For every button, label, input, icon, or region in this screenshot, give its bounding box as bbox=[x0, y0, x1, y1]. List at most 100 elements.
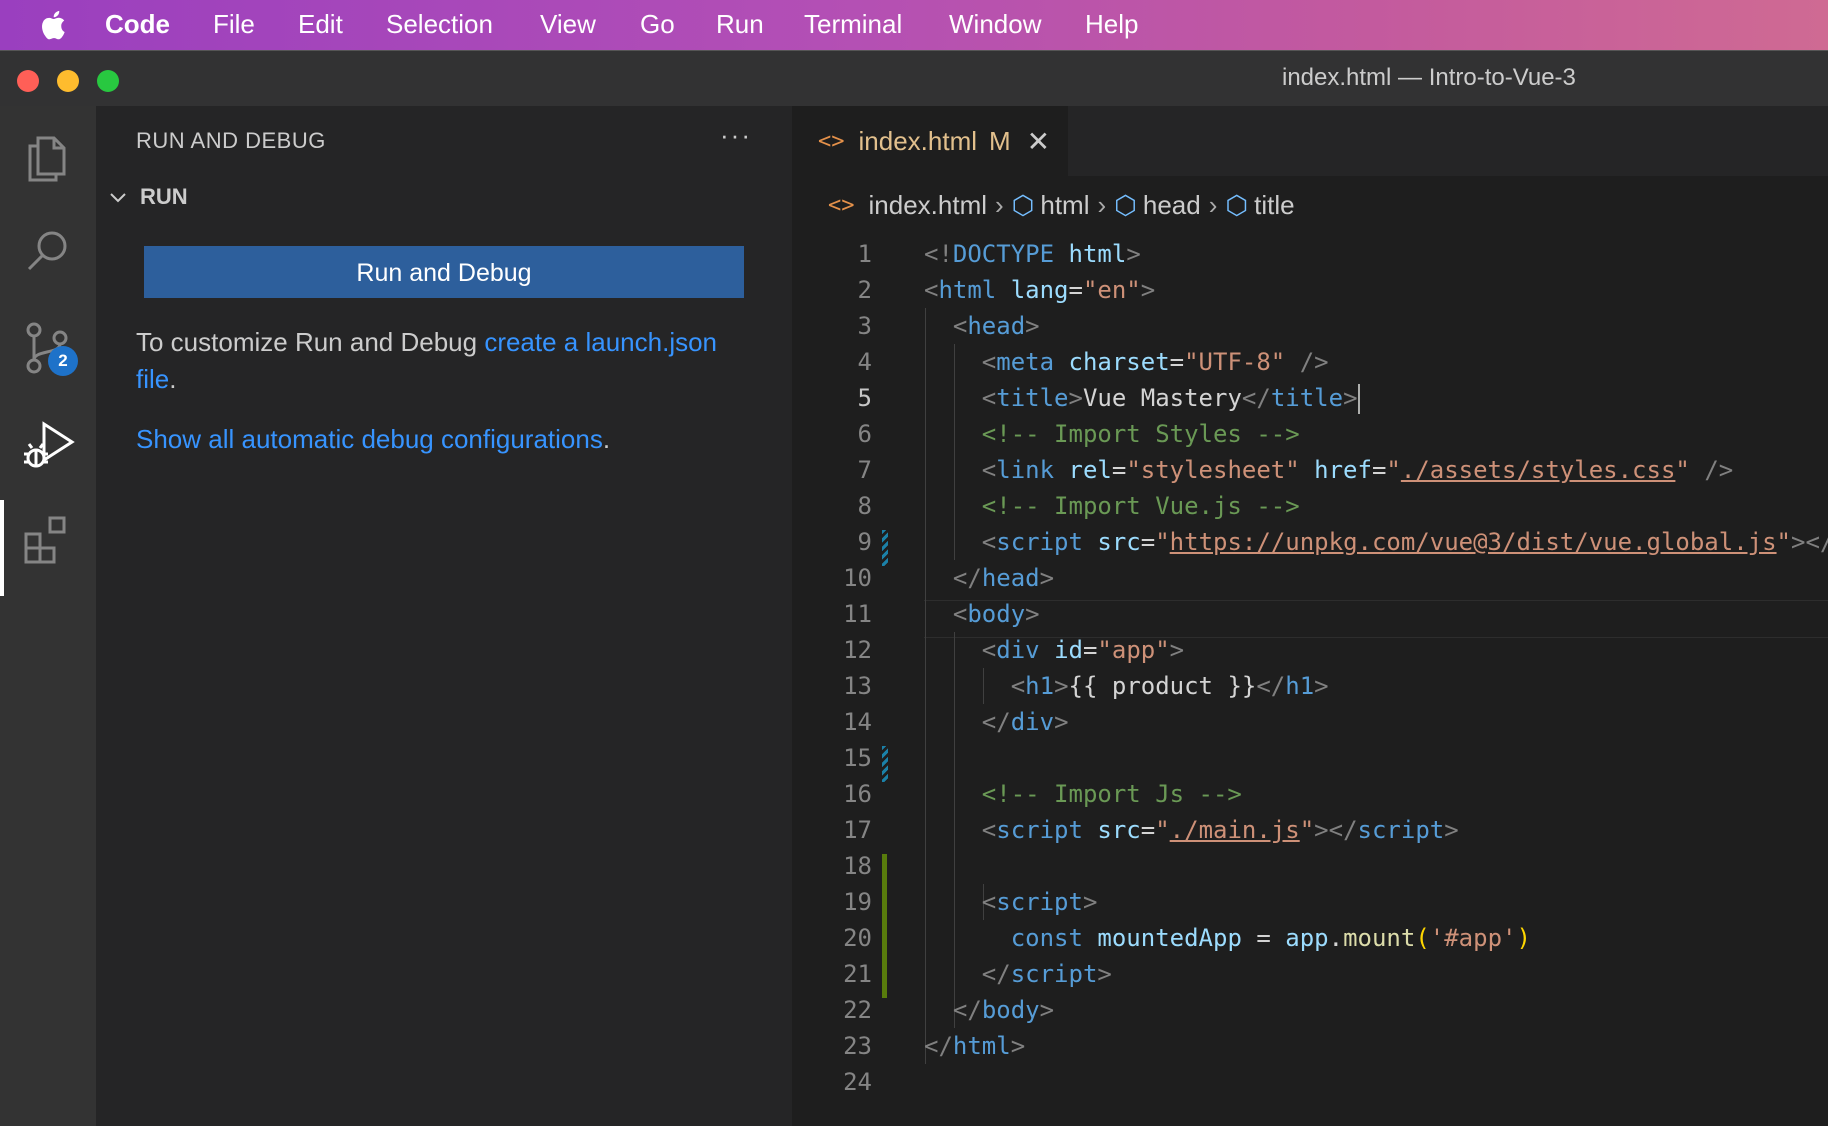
window-title: index.html — Intro-to-Vue-3 bbox=[1282, 64, 1576, 91]
code-token: > bbox=[1054, 708, 1069, 736]
menu-window[interactable]: Window bbox=[949, 7, 1041, 41]
apple-logo-icon[interactable] bbox=[38, 8, 72, 42]
code-token: > bbox=[1444, 816, 1459, 844]
code-line[interactable]: 12 <div id="app"> bbox=[792, 632, 1828, 668]
menu-app-name[interactable]: Code bbox=[105, 7, 170, 41]
menu-view[interactable]: View bbox=[540, 7, 596, 41]
line-content: <script src="https://unpkg.com/vue@3/dis… bbox=[924, 524, 1828, 560]
code-line[interactable]: 19 <script> bbox=[792, 884, 1828, 920]
line-number: 6 bbox=[857, 420, 872, 448]
code-line[interactable]: 23 </html> bbox=[792, 1028, 1828, 1064]
line-number: 14 bbox=[843, 708, 872, 736]
line-content: <title>Vue Mastery</title> bbox=[924, 380, 1360, 416]
close-tab-icon[interactable]: ✕ bbox=[1027, 125, 1050, 158]
code-line[interactable]: 24 bbox=[792, 1064, 1828, 1100]
breadcrumb-html[interactable]: html bbox=[1040, 190, 1089, 221]
chevron-right-icon: › bbox=[995, 189, 1004, 220]
code-token: </ bbox=[952, 996, 982, 1024]
code-token: > bbox=[1082, 888, 1098, 916]
code-line[interactable]: 11 <body> bbox=[792, 596, 1828, 632]
code-line[interactable]: 1 <!DOCTYPE html> bbox=[792, 236, 1828, 272]
line-content: <!-- Import Js --> bbox=[924, 776, 1242, 812]
html-file-icon: <> bbox=[818, 128, 845, 154]
line-number: 13 bbox=[843, 672, 872, 700]
line-content: <link rel="stylesheet" href="./assets/st… bbox=[924, 452, 1733, 488]
code-line[interactable]: 8 <!-- Import Vue.js --> bbox=[792, 488, 1828, 524]
close-window-button[interactable] bbox=[17, 70, 39, 92]
code-line[interactable]: 3 <head> bbox=[792, 308, 1828, 344]
help-suffix: . bbox=[169, 364, 177, 394]
code-line[interactable]: 10 </head> bbox=[792, 560, 1828, 596]
code-line[interactable]: 5 <title>Vue Mastery</title> bbox=[792, 380, 1828, 416]
menu-file[interactable]: File bbox=[213, 7, 255, 41]
code-token: ></ bbox=[1314, 816, 1358, 844]
maximize-window-button[interactable] bbox=[97, 70, 119, 92]
code-token: > bbox=[1126, 240, 1141, 268]
code-line[interactable]: 7 <link rel="stylesheet" href="./assets/… bbox=[792, 452, 1828, 488]
code-line[interactable]: 16 <!-- Import Js --> bbox=[792, 776, 1828, 812]
line-content: <html lang="en"> bbox=[924, 272, 1155, 308]
code-editor[interactable]: 1 <!DOCTYPE html> 2 <html lang="en"> 3 <head… bbox=[792, 236, 1828, 1126]
menu-run[interactable]: Run bbox=[716, 7, 764, 41]
minimize-window-button[interactable] bbox=[57, 70, 79, 92]
code-token: script bbox=[996, 528, 1083, 556]
code-token: id bbox=[1054, 636, 1083, 664]
window-title-bar: index.html — Intro-to-Vue-3 bbox=[0, 50, 1828, 107]
code-token: </ bbox=[981, 708, 1011, 736]
code-line[interactable]: 17 <script src="./main.js"></script> bbox=[792, 812, 1828, 848]
code-line[interactable]: 14 </div> bbox=[792, 704, 1828, 740]
code-token: title bbox=[996, 384, 1069, 412]
breadcrumb-title[interactable]: title bbox=[1254, 190, 1294, 221]
run-section-header[interactable]: RUN bbox=[106, 184, 188, 210]
breadcrumb-head[interactable]: head bbox=[1143, 190, 1201, 221]
explorer-icon[interactable] bbox=[14, 124, 82, 192]
menu-edit[interactable]: Edit bbox=[298, 7, 343, 41]
code-line[interactable]: 20 const mountedApp = app.mount('#app') bbox=[792, 920, 1828, 956]
tab-filename: index.html bbox=[858, 125, 978, 156]
code-token: "app" bbox=[1097, 636, 1170, 664]
tab-index-html[interactable]: <> index.html M ✕ bbox=[792, 106, 1068, 176]
search-icon[interactable] bbox=[14, 218, 82, 286]
line-number: 7 bbox=[857, 456, 872, 484]
run-and-debug-icon[interactable] bbox=[14, 410, 82, 478]
extensions-icon[interactable] bbox=[14, 506, 82, 574]
line-content: <script> bbox=[924, 884, 1098, 920]
line-number: 1 bbox=[857, 240, 872, 268]
code-line[interactable]: 13 <h1>{{ product }}</h1> bbox=[792, 668, 1828, 704]
show-all-debug-configurations-link[interactable]: Show all automatic debug configurations bbox=[136, 424, 603, 454]
menu-terminal[interactable]: Terminal bbox=[804, 7, 902, 41]
code-line[interactable]: 2 <html lang="en"> bbox=[792, 272, 1828, 308]
breadcrumb-file[interactable]: index.html bbox=[869, 190, 988, 221]
code-line[interactable]: 21 </script> bbox=[792, 956, 1828, 992]
code-token: head bbox=[967, 312, 1026, 340]
code-line[interactable]: 4 <meta charset="UTF-8" /> bbox=[792, 344, 1828, 380]
code-token: h1 bbox=[1285, 672, 1315, 700]
code-token: </ bbox=[924, 1032, 953, 1060]
code-token: "UTF-8" bbox=[1184, 348, 1286, 376]
line-number: 16 bbox=[843, 780, 872, 808]
code-line[interactable]: 9 <script src="https://unpkg.com/vue@3/d… bbox=[792, 524, 1828, 560]
menu-selection[interactable]: Selection bbox=[386, 7, 493, 41]
menu-go[interactable]: Go bbox=[640, 7, 675, 41]
line-number: 9 bbox=[857, 528, 872, 556]
code-line[interactable]: 18 bbox=[792, 848, 1828, 884]
code-line[interactable]: 6 <!-- Import Styles --> bbox=[792, 416, 1828, 452]
code-token: " bbox=[1155, 816, 1170, 844]
code-token: > bbox=[1140, 276, 1156, 304]
code-token: </ bbox=[981, 960, 1011, 988]
run-and-debug-button[interactable]: Run and Debug bbox=[144, 246, 744, 298]
code-line[interactable]: 15 bbox=[792, 740, 1828, 776]
line-content: <meta charset="UTF-8" /> bbox=[924, 344, 1329, 380]
code-line[interactable]: 22 </body> bbox=[792, 992, 1828, 1028]
more-actions-icon[interactable]: ··· bbox=[720, 120, 752, 151]
menu-help[interactable]: Help bbox=[1085, 7, 1138, 41]
code-token: > bbox=[1039, 996, 1055, 1024]
